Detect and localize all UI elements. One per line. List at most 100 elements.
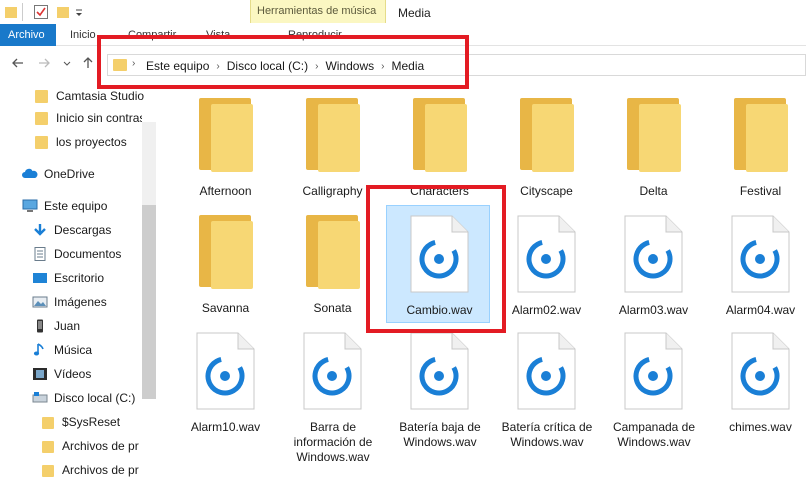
audio-file-item[interactable]: Alarm04.wav	[707, 205, 806, 323]
folder-icon	[197, 215, 253, 289]
folder-icon	[411, 98, 467, 172]
tab-home[interactable]: Inicio	[70, 29, 96, 41]
audio-file-item[interactable]: Alarm02.wav	[493, 205, 600, 323]
forward-arrow-icon[interactable]	[36, 55, 52, 71]
sidebar-item-onedrive[interactable]: OneDrive	[22, 164, 142, 184]
new-folder-icon[interactable]	[56, 4, 70, 20]
sidebar-item-sysreset[interactable]: $SysReset	[40, 412, 142, 432]
properties-icon[interactable]	[33, 4, 49, 20]
file-name-label: Savanna	[201, 301, 250, 315]
file-name-label: Festival	[739, 184, 782, 198]
folder-item[interactable]: Afternoon	[172, 88, 279, 206]
audio-file-item[interactable]: chimes.wav	[707, 322, 806, 440]
audio-file-icon	[729, 215, 791, 293]
sidebar-item-label: Archivos de pr	[62, 439, 139, 453]
downloads-icon	[32, 223, 48, 237]
sidebar-item-label: Imágenes	[54, 295, 107, 309]
folder-icon	[518, 98, 574, 172]
file-name-label: Batería crítica de Windows.wav	[501, 420, 593, 449]
folder-icon	[625, 98, 681, 172]
audio-file-item[interactable]: Alarm10.wav	[172, 322, 279, 440]
pictures-icon	[32, 295, 48, 309]
file-name-label: chimes.wav	[729, 420, 792, 434]
highlight-box-address	[97, 35, 469, 89]
file-name-label: Alarm04.wav	[725, 303, 796, 317]
sidebar-item-label: Descargas	[54, 223, 112, 237]
file-name-label: Barra de información de Windows.wav	[293, 420, 373, 464]
audio-file-item[interactable]: Batería baja de Windows.wav	[386, 322, 493, 449]
folder-item[interactable]: Cityscape	[493, 88, 600, 206]
audio-file-icon	[622, 332, 684, 410]
file-name-label: Delta	[639, 184, 668, 198]
file-name-label: Afternoon	[199, 184, 252, 198]
contextual-tab-music-tools[interactable]: Herramientas de música	[250, 0, 386, 23]
sidebar-item-program-files-x86[interactable]: Archivos de pr	[40, 460, 142, 480]
sidebar-item-downloads[interactable]: Descargas	[32, 220, 142, 240]
audio-file-icon	[515, 215, 577, 293]
folder-icon	[197, 98, 253, 172]
desktop-icon	[32, 271, 48, 285]
file-name-label: Alarm10.wav	[190, 420, 261, 434]
sidebar-scrollbar-thumb[interactable]	[142, 205, 156, 399]
folder-icon	[732, 98, 788, 172]
folder-icon	[304, 215, 360, 289]
sidebar-item-label: Camtasia Studio	[56, 89, 145, 103]
sidebar-item-proyectos[interactable]: los proyectos	[34, 132, 142, 152]
sidebar-item-music[interactable]: Música	[32, 340, 142, 360]
sidebar-item-this-pc[interactable]: Este equipo	[22, 196, 142, 216]
sidebar-item-juan[interactable]: Juan	[32, 316, 142, 336]
folder-icon	[34, 111, 50, 125]
folder-icon	[34, 135, 50, 149]
folder-icon	[40, 439, 56, 453]
sidebar-item-label: OneDrive	[44, 167, 95, 181]
navigation-pane: Camtasia Studio Inicio sin contras los p…	[0, 82, 156, 481]
sidebar-item-videos[interactable]: Vídeos	[32, 364, 142, 384]
audio-file-item[interactable]: Batería crítica de Windows.wav	[493, 322, 600, 449]
audio-file-item[interactable]: Barra de información de Windows.wav	[279, 322, 386, 464]
sidebar-item-inicio[interactable]: Inicio sin contras	[34, 108, 142, 128]
sidebar-item-pictures[interactable]: Imágenes	[32, 292, 142, 312]
folder-item[interactable]: Delta	[600, 88, 707, 206]
up-arrow-icon[interactable]	[80, 55, 96, 71]
sidebar-item-label: Escritorio	[54, 271, 105, 285]
sidebar-item-label: Este equipo	[44, 199, 108, 213]
folder-item[interactable]: Savanna	[172, 205, 279, 323]
title-bar: Herramientas de música Media	[0, 0, 806, 24]
sidebar-item-label: los proyectos	[56, 135, 127, 149]
file-name-label: Alarm02.wav	[511, 303, 582, 317]
audio-file-icon	[729, 332, 791, 410]
audio-file-item[interactable]: Campanada de Windows.wav	[600, 322, 707, 449]
sidebar-item-desktop[interactable]: Escritorio	[32, 268, 142, 288]
folder-item[interactable]: Festival	[707, 88, 806, 206]
back-arrow-icon[interactable]	[10, 55, 26, 71]
customize-toolbar-icon[interactable]	[74, 4, 84, 20]
sidebar-item-label: $SysReset	[62, 415, 121, 429]
audio-file-icon	[408, 332, 470, 410]
sidebar-item-documents[interactable]: Documentos	[32, 244, 142, 264]
documents-icon	[32, 247, 48, 261]
sidebar-item-local-disk[interactable]: Disco local (C:)	[32, 388, 142, 408]
recent-locations-chevron-icon[interactable]	[62, 55, 72, 71]
folder-icon	[40, 463, 56, 477]
cloud-icon	[22, 167, 38, 181]
audio-file-icon	[194, 332, 256, 410]
window-title: Media	[398, 6, 431, 20]
sidebar-item-label: Documentos	[54, 247, 122, 261]
sidebar-item-program-files[interactable]: Archivos de pr	[40, 436, 142, 456]
sidebar-item-label: Inicio sin contras	[56, 111, 142, 125]
folder-icon	[4, 4, 18, 20]
sidebar-item-label: Juan	[54, 319, 81, 333]
sidebar-item-label: Archivos de pr	[62, 463, 139, 477]
file-name-label: Cityscape	[520, 184, 573, 198]
tab-file[interactable]: Archivo	[0, 24, 56, 46]
sidebar-item-camtasia[interactable]: Camtasia Studio	[34, 86, 152, 106]
music-icon	[32, 343, 48, 357]
audio-file-icon	[515, 332, 577, 410]
audio-file-item[interactable]: Alarm03.wav	[600, 205, 707, 323]
sidebar-item-label: Disco local (C:)	[54, 391, 136, 405]
audio-file-icon	[622, 215, 684, 293]
phone-icon	[32, 319, 48, 333]
file-name-label: Batería baja de Windows.wav	[399, 420, 481, 449]
folder-icon	[34, 89, 50, 103]
folder-icon	[304, 98, 360, 172]
